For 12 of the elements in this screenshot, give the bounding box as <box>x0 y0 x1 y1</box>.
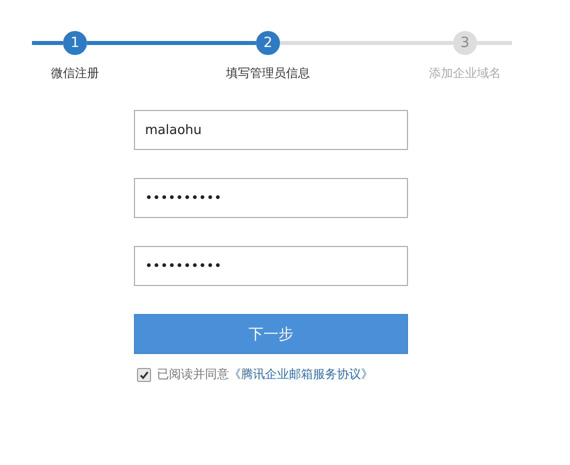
agreement-link[interactable]: 《腾讯企业邮箱服务协议》 <box>229 366 373 383</box>
step-label: 添加企业域名 <box>429 65 501 82</box>
input-field[interactable]: •••••••••• <box>134 178 408 218</box>
step-label: 填写管理员信息 <box>226 65 310 82</box>
step-number: 1 <box>63 31 87 55</box>
step-label: 微信注册 <box>51 65 99 82</box>
checkbox[interactable] <box>137 368 151 382</box>
input-field[interactable]: malaohu <box>134 110 408 150</box>
agreement-text: 已阅读并同意 <box>157 366 229 383</box>
input-field[interactable]: •••••••••• <box>134 246 408 286</box>
step-number: 3 <box>453 31 477 55</box>
step-number: 2 <box>256 31 280 55</box>
